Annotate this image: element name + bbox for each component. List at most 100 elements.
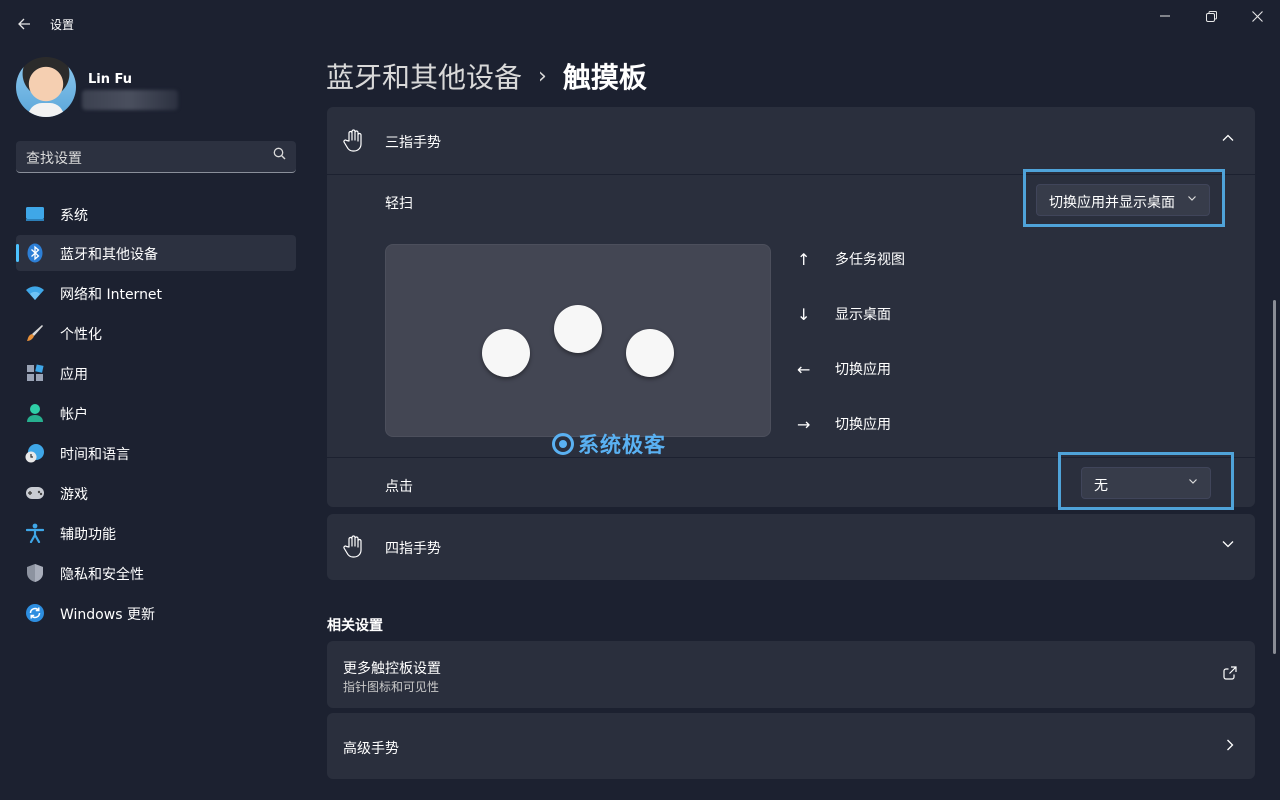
sidebar-item-bluetooth[interactable]: 蓝牙和其他设备 — [16, 235, 296, 271]
gamepad-icon — [25, 483, 45, 503]
gesture-label: 切换应用 — [835, 417, 891, 433]
monitor-icon — [25, 204, 45, 224]
profile-name: Lin Fu — [88, 72, 133, 87]
globe-clock-icon — [25, 443, 45, 463]
swipe-label: 轻扫 — [385, 196, 413, 212]
related-settings-title: 相关设置 — [327, 618, 383, 634]
title-bar: 设置 — [0, 0, 1280, 48]
avatar-shirt — [28, 103, 64, 117]
page-title: 触摸板 — [562, 61, 647, 94]
link-subtitle: 指针图标和可见性 — [343, 680, 440, 694]
close-button[interactable] — [1234, 0, 1280, 32]
sidebar-item-time-language[interactable]: 时间和语言 — [16, 435, 296, 471]
sidebar-item-privacy[interactable]: 隐私和安全性 — [16, 555, 296, 591]
touchpad-illustration — [385, 244, 771, 437]
chevron-up-icon[interactable] — [1221, 131, 1235, 149]
back-arrow-icon — [18, 18, 30, 30]
tap-dropdown[interactable]: 无 — [1081, 467, 1211, 499]
brush-icon — [25, 323, 45, 343]
card-title: 三指手势 — [385, 135, 441, 151]
gesture-label: 多任务视图 — [835, 252, 905, 268]
watermark-logo-icon — [552, 433, 574, 455]
finger-dot — [554, 305, 602, 353]
sidebar-item-windows-update[interactable]: Windows 更新 — [16, 595, 296, 631]
gesture-left: ← 切换应用 — [797, 357, 891, 381]
back-button[interactable] — [12, 12, 36, 36]
apps-icon — [25, 363, 45, 383]
three-finger-gestures-card: 三指手势 轻扫 切换应用并显示桌面 ↑ 多任务视图 ↓ 显示桌面 ← 切换应用 … — [327, 107, 1255, 510]
sidebar-item-network[interactable]: 网络和 Internet — [16, 275, 296, 311]
more-touchpad-settings-link[interactable]: 更多触控板设置 指针图标和可见性 — [327, 641, 1255, 708]
wifi-icon — [25, 283, 45, 303]
app-title: 设置 — [50, 18, 75, 32]
sidebar-item-label: 蓝牙和其他设备 — [60, 247, 158, 263]
sidebar-item-label: 帐户 — [60, 407, 88, 423]
avatar[interactable] — [16, 57, 76, 117]
sidebar-item-label: 辅助功能 — [60, 527, 116, 543]
link-title: 高级手势 — [343, 741, 399, 757]
breadcrumb: 蓝牙和其他设备 › 触摸板 — [326, 56, 647, 96]
sidebar-item-label: Windows 更新 — [60, 607, 155, 623]
link-title: 更多触控板设置 — [343, 661, 441, 677]
three-finger-header[interactable]: 三指手势 — [327, 107, 1255, 175]
sidebar-item-accounts[interactable]: 帐户 — [16, 395, 296, 431]
dropdown-value: 切换应用并显示桌面 — [1049, 195, 1175, 211]
shield-icon — [25, 563, 45, 583]
four-finger-gestures-card[interactable]: 四指手势 — [327, 514, 1255, 580]
tap-label: 点击 — [385, 479, 413, 495]
close-icon — [1251, 10, 1263, 22]
arrow-left-icon: ← — [797, 359, 811, 379]
gesture-down: ↓ 显示桌面 — [797, 302, 891, 326]
sidebar-item-personalization[interactable]: 个性化 — [16, 315, 296, 351]
breadcrumb-parent[interactable]: 蓝牙和其他设备 — [326, 56, 522, 96]
sidebar-item-label: 个性化 — [60, 327, 102, 343]
sidebar-item-gaming[interactable]: 游戏 — [16, 475, 296, 511]
sidebar-item-label: 网络和 Internet — [60, 287, 163, 303]
gesture-label: 切换应用 — [835, 362, 891, 378]
restore-button[interactable] — [1188, 0, 1234, 32]
accessibility-icon — [25, 523, 45, 543]
breadcrumb-separator: › — [538, 63, 547, 89]
arrow-up-icon: ↑ — [797, 249, 811, 269]
profile-email-redacted — [82, 90, 178, 110]
sidebar-item-label: 时间和语言 — [60, 447, 130, 463]
hand-icon — [343, 129, 365, 153]
gesture-right: → 切换应用 — [797, 412, 891, 436]
hand-icon — [343, 535, 365, 559]
minimize-button[interactable] — [1142, 0, 1188, 32]
sidebar-item-label: 游戏 — [60, 487, 88, 503]
gesture-label: 显示桌面 — [835, 307, 891, 323]
sidebar-item-system[interactable]: 系统 — [16, 196, 296, 232]
watermark-text: 系统极客 — [578, 433, 666, 457]
chevron-down-icon — [1188, 475, 1198, 489]
gesture-up: ↑ 多任务视图 — [797, 247, 905, 271]
sidebar-item-label: 应用 — [60, 367, 88, 383]
swipe-dropdown[interactable]: 切换应用并显示桌面 — [1036, 184, 1210, 216]
chevron-down-icon — [1187, 192, 1197, 206]
external-link-icon — [1223, 666, 1237, 684]
search-placeholder: 查找设置 — [26, 151, 82, 167]
chevron-right-icon — [1223, 738, 1237, 756]
advanced-gestures-link[interactable]: 高级手势 — [327, 713, 1255, 779]
scrollbar[interactable] — [1273, 300, 1276, 654]
chevron-down-icon[interactable] — [1221, 537, 1235, 555]
active-indicator — [16, 244, 19, 262]
arrow-down-icon: ↓ — [797, 304, 811, 324]
search-icon — [273, 147, 286, 164]
sidebar-item-label: 隐私和安全性 — [60, 567, 144, 583]
sidebar-item-accessibility[interactable]: 辅助功能 — [16, 515, 296, 551]
dropdown-value: 无 — [1094, 478, 1108, 494]
search-input[interactable]: 查找设置 — [16, 141, 296, 173]
person-icon — [25, 403, 45, 423]
sidebar-item-apps[interactable]: 应用 — [16, 355, 296, 391]
restore-icon — [1205, 10, 1217, 22]
card-title: 四指手势 — [385, 541, 441, 557]
arrow-right-icon: → — [797, 414, 811, 434]
watermark: 系统极客 — [552, 429, 666, 459]
sidebar-item-label: 系统 — [60, 208, 88, 224]
minimize-icon — [1160, 15, 1170, 17]
finger-dot — [482, 329, 530, 377]
bluetooth-icon — [25, 243, 45, 263]
refresh-icon — [25, 603, 45, 623]
finger-dot — [626, 329, 674, 377]
